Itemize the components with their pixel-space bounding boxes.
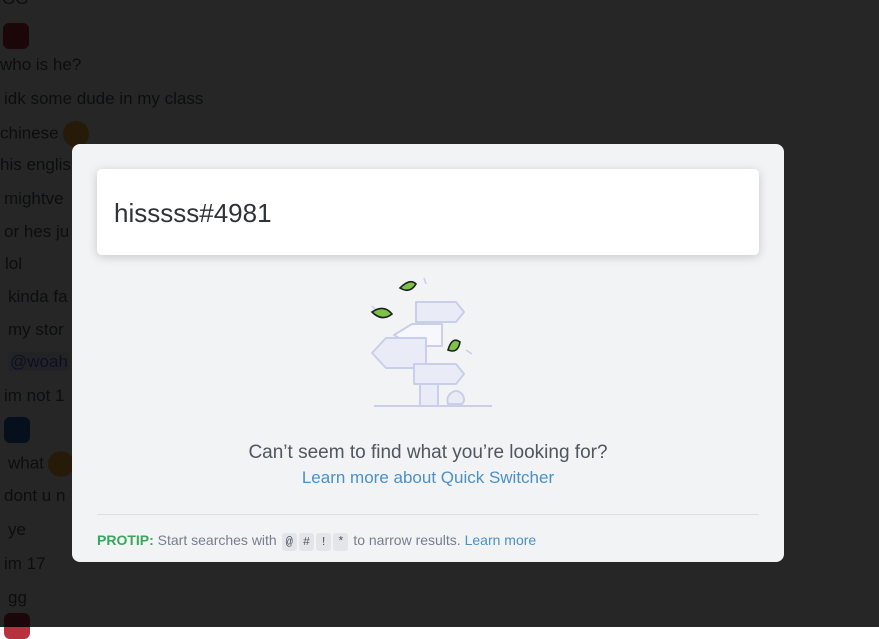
protip: PROTIP: Start searches with @ #! * to narr…	[97, 529, 536, 551]
key-hash: #	[298, 533, 315, 551]
protip-label: PROTIP:	[97, 532, 154, 548]
key-star: *	[333, 533, 349, 551]
search-box	[97, 169, 759, 257]
quick-switcher-input[interactable]	[112, 169, 746, 257]
key-bang: !	[316, 533, 332, 551]
signpost-leaves-illustration	[370, 277, 492, 407]
empty-state-title: Can’t seem to find what you’re looking f…	[248, 442, 608, 463]
learn-more-quick-switcher-link[interactable]: Learn more about Quick Switcher	[72, 468, 784, 488]
protip-text-after: to narrow results.	[353, 532, 461, 548]
key-at: @	[281, 533, 297, 551]
quick-switcher-modal: Can’t seem to find what you’re looking f…	[72, 144, 784, 562]
protip-learn-more-link[interactable]: Learn more	[465, 532, 537, 548]
divider	[97, 514, 759, 515]
protip-text-before: Start searches with	[157, 532, 277, 548]
